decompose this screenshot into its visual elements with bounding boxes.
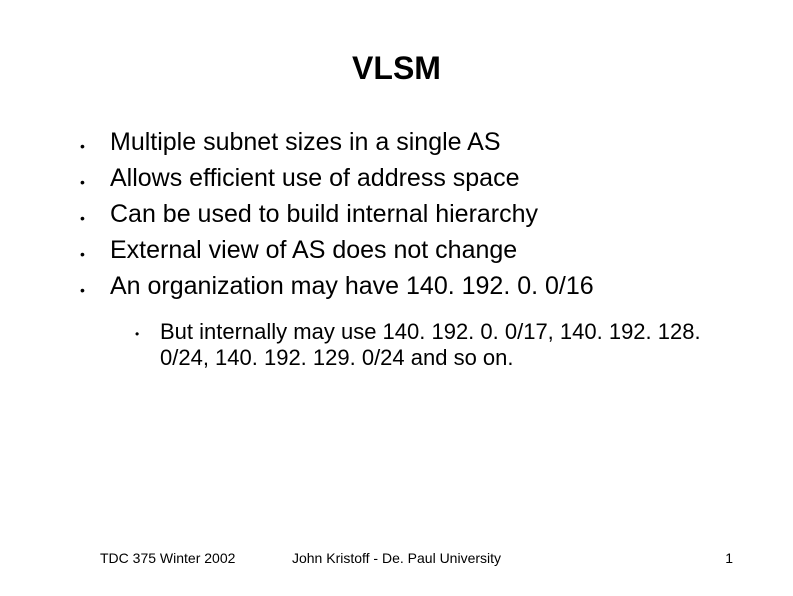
- sub-bullet-list: • But internally may use 140. 192. 0. 0/…: [80, 319, 733, 372]
- slide-footer: TDC 375 Winter 2002 John Kristoff - De. …: [0, 550, 793, 566]
- sub-bullet-item: • But internally may use 140. 192. 0. 0/…: [135, 319, 733, 372]
- bullet-marker-icon: •: [80, 163, 110, 197]
- footer-page-number: 1: [725, 550, 733, 566]
- bullet-item: • Allows efficient use of address space: [80, 163, 733, 197]
- bullet-marker-icon: •: [80, 235, 110, 269]
- bullet-item: • Multiple subnet sizes in a single AS: [80, 127, 733, 161]
- bullet-marker-icon: •: [80, 127, 110, 161]
- bullet-item: • Can be used to build internal hierarch…: [80, 199, 733, 233]
- bullet-item: • External view of AS does not change: [80, 235, 733, 269]
- bullet-marker-icon: •: [80, 271, 110, 305]
- sub-bullet-text: But internally may use 140. 192. 0. 0/17…: [160, 319, 733, 372]
- bullet-text: An organization may have 140. 192. 0. 0/…: [110, 271, 594, 302]
- bullet-list: • Multiple subnet sizes in a single AS •…: [60, 127, 733, 372]
- slide: VLSM • Multiple subnet sizes in a single…: [0, 0, 793, 596]
- bullet-text: External view of AS does not change: [110, 235, 517, 266]
- bullet-text: Can be used to build internal hierarchy: [110, 199, 538, 230]
- slide-title: VLSM: [60, 50, 733, 87]
- bullet-text: Allows efficient use of address space: [110, 163, 520, 194]
- bullet-item: • An organization may have 140. 192. 0. …: [80, 271, 733, 305]
- footer-course: TDC 375 Winter 2002: [100, 550, 235, 566]
- bullet-marker-icon: •: [135, 319, 160, 346]
- bullet-text: Multiple subnet sizes in a single AS: [110, 127, 501, 158]
- bullet-marker-icon: •: [80, 199, 110, 233]
- footer-author: John Kristoff - De. Paul University: [292, 550, 501, 566]
